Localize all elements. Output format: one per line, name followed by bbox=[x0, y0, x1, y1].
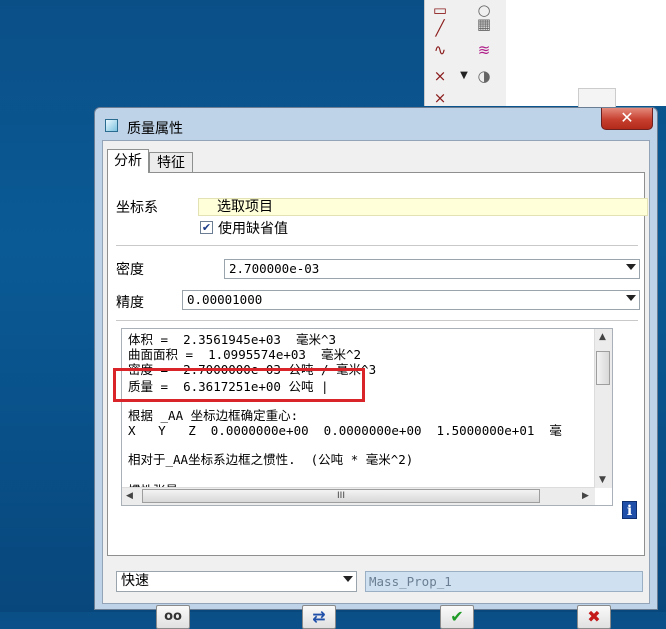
refresh-arrows-icon: ⇄ bbox=[312, 607, 326, 626]
dialog-client: 分析 特征 坐标系 选取项目 ✔ 使用缺省值 密度 2.700000e-03 精… bbox=[102, 140, 650, 629]
background-toolbar: ▭ ╱ ∿ × × ▼ ○ ▦ ≋ ◑ bbox=[424, 0, 507, 108]
accuracy-value: 0.00001000 bbox=[187, 292, 263, 307]
scroll-up-icon[interactable]: ▲ bbox=[599, 332, 606, 342]
name-input[interactable] bbox=[366, 572, 642, 591]
result-line: X Y Z 0.0000000e+00 0.0000000e+00 1.5000… bbox=[128, 423, 562, 438]
eyeglasses-icon: oo bbox=[164, 609, 182, 624]
mass-properties-dialog: 质量属性 ✕ 分析 特征 坐标系 选取项目 ✔ 使用缺省值 密度 2.70000… bbox=[94, 107, 658, 629]
sketch-line-icon[interactable]: ╱ bbox=[429, 18, 451, 38]
coord-system-label: 坐标系 bbox=[116, 200, 158, 216]
divider bbox=[116, 245, 638, 246]
scroll-left-icon[interactable]: ◀ bbox=[126, 491, 133, 501]
chevron-down-icon bbox=[343, 576, 353, 582]
result-line: 体积 = 2.3561945e+03 毫米^3 bbox=[128, 332, 337, 347]
x-mark-icon: ✖ bbox=[587, 607, 601, 626]
scroll-down-icon[interactable]: ▼ bbox=[599, 475, 606, 485]
dialog-title: 质量属性 bbox=[127, 121, 183, 137]
app-window-icon bbox=[105, 119, 118, 132]
checkmark-icon: ✔ bbox=[450, 607, 464, 626]
dialog-titlebar[interactable]: 质量属性 ✕ bbox=[95, 108, 657, 140]
horizontal-scroll-thumb[interactable]: III bbox=[142, 489, 540, 503]
results-textbox[interactable]: 体积 = 2.3561945e+03 毫米^3 曲面面积 = 1.0995574… bbox=[121, 328, 613, 506]
chevron-down-icon bbox=[626, 264, 636, 270]
dropdown-arrow-icon[interactable]: ▼ bbox=[453, 66, 475, 86]
repeat-button[interactable]: ⇄ bbox=[302, 605, 336, 629]
shape-tool-icon[interactable]: ◑ bbox=[473, 66, 495, 86]
select-item-field[interactable]: 选取项目 bbox=[198, 198, 648, 216]
mass-highlight-box bbox=[113, 368, 365, 402]
name-field[interactable] bbox=[365, 571, 643, 592]
ok-button[interactable]: ✔ bbox=[440, 605, 474, 629]
divider bbox=[116, 320, 638, 321]
tab-feature[interactable]: 特征 bbox=[149, 152, 193, 173]
accuracy-label: 精度 bbox=[116, 295, 144, 311]
use-default-checkbox[interactable]: ✔ bbox=[200, 221, 213, 234]
use-default-label: 使用缺省值 bbox=[218, 221, 288, 237]
density-label: 密度 bbox=[116, 262, 144, 278]
scroll-right-icon[interactable]: ▶ bbox=[582, 491, 589, 501]
sketch-dims-icon[interactable]: × bbox=[429, 88, 451, 108]
horizontal-scrollbar[interactable]: ◀ III ▶ bbox=[122, 487, 595, 505]
density-value: 2.700000e-03 bbox=[229, 261, 320, 276]
vertical-scroll-thumb[interactable] bbox=[596, 351, 610, 385]
mode-select[interactable]: 快速 bbox=[116, 571, 357, 592]
sketch-points-icon[interactable]: × bbox=[429, 66, 451, 86]
wave-tool-icon[interactable]: ≋ bbox=[473, 40, 495, 60]
preview-button[interactable]: oo bbox=[156, 605, 190, 629]
sketch-rectangle-icon[interactable]: ▭ bbox=[429, 0, 451, 20]
info-icon[interactable]: i bbox=[622, 501, 637, 519]
close-button[interactable]: ✕ bbox=[601, 108, 653, 130]
result-line: 相对于_AA坐标系边框之惯性. (公吨 * 毫米^2) bbox=[128, 452, 414, 467]
result-line: 曲面面积 = 1.0995574e+03 毫米^2 bbox=[128, 347, 362, 362]
grid-tool-icon[interactable]: ▦ bbox=[473, 14, 495, 34]
vertical-scrollbar[interactable]: ▲ ▼ bbox=[594, 329, 612, 488]
density-select[interactable]: 2.700000e-03 bbox=[224, 259, 640, 279]
mode-value: 快速 bbox=[121, 573, 149, 589]
tab-analysis[interactable]: 分析 bbox=[107, 149, 149, 173]
result-line: 根据 _AA 坐标边框确定重心: bbox=[128, 408, 299, 423]
select-item-text: 选取项目 bbox=[217, 199, 273, 215]
background-thumbnail bbox=[578, 88, 616, 108]
cancel-button[interactable]: ✖ bbox=[577, 605, 611, 629]
chevron-down-icon bbox=[626, 295, 636, 301]
accuracy-select[interactable]: 0.00001000 bbox=[182, 290, 640, 310]
sketch-spline-icon[interactable]: ∿ bbox=[429, 40, 451, 60]
